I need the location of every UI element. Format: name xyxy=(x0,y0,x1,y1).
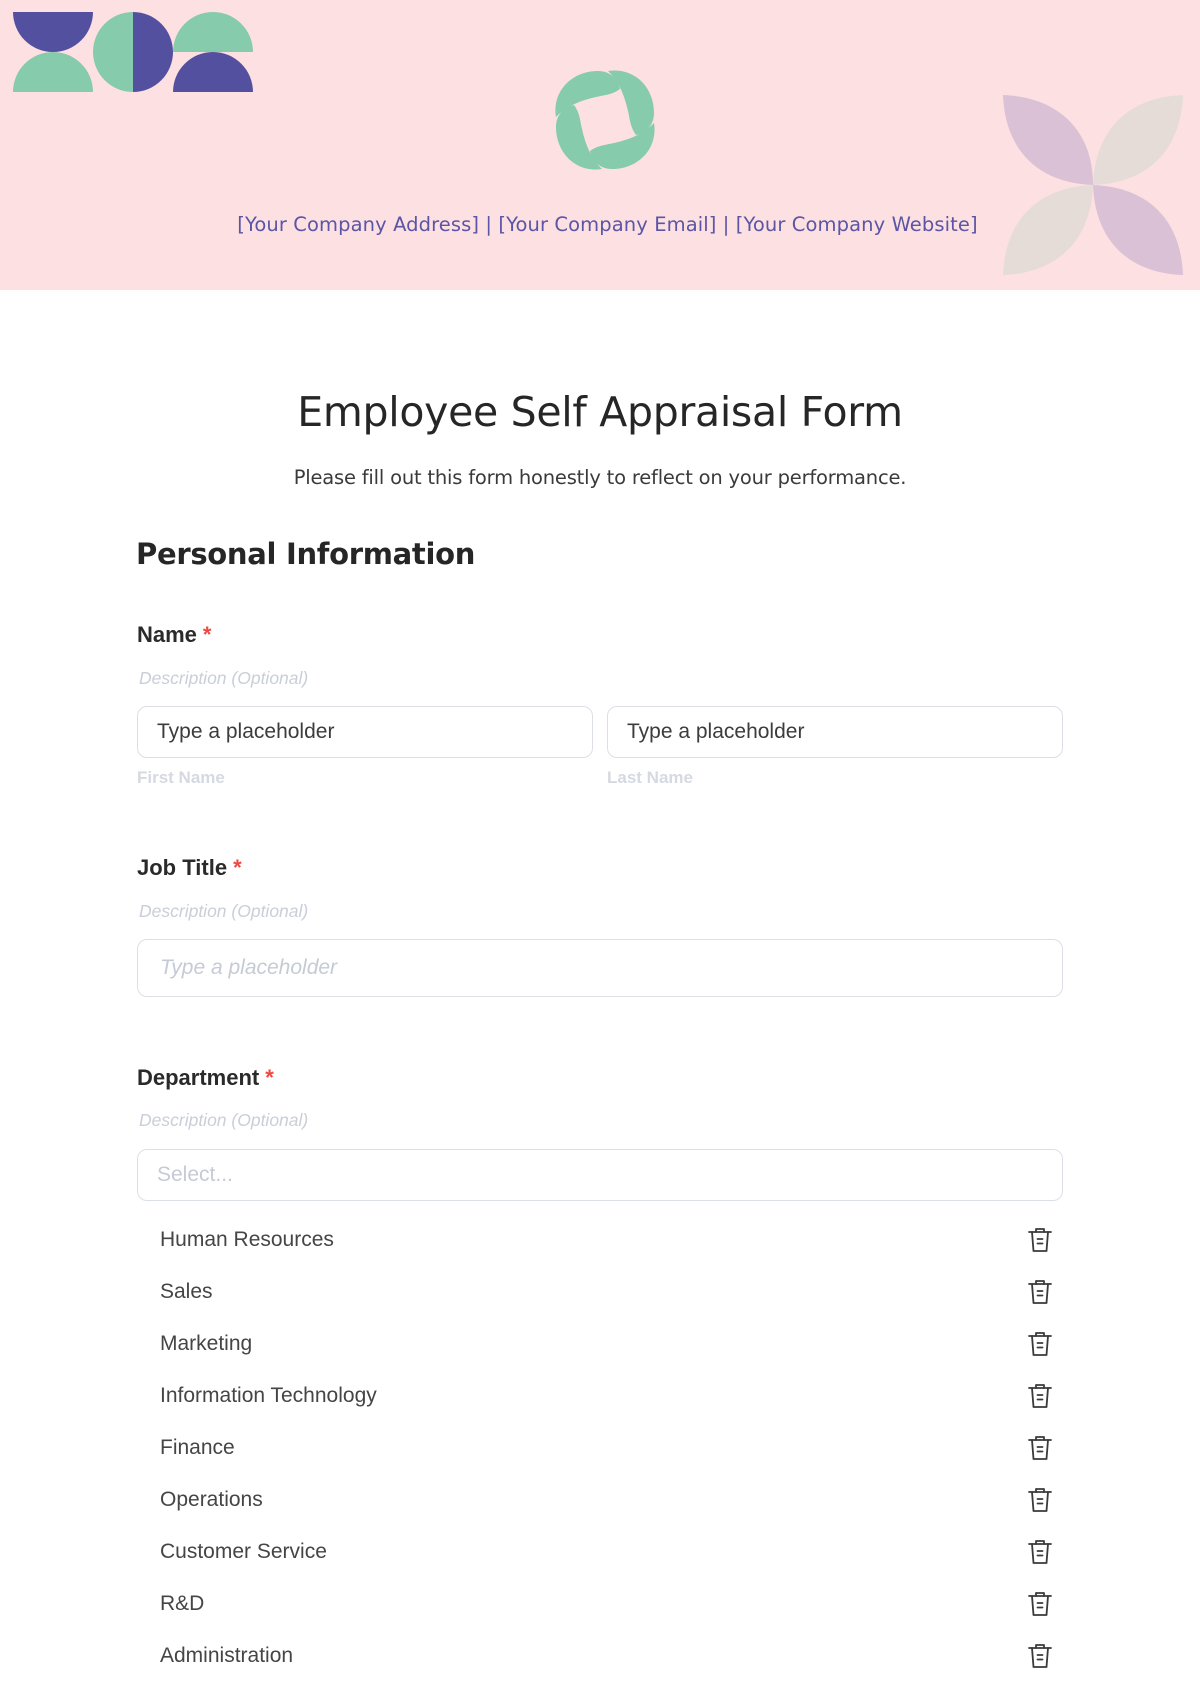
option-label: Sales xyxy=(160,1280,213,1303)
option-label: Human Resources xyxy=(160,1228,334,1251)
trash-icon[interactable] xyxy=(1027,1642,1053,1670)
option-label: R&D xyxy=(160,1592,205,1615)
option-label: Marketing xyxy=(160,1332,253,1355)
option-label: Operations xyxy=(160,1488,263,1511)
department-select-placeholder: Select... xyxy=(157,1163,233,1186)
department-label-text: Department xyxy=(137,1065,260,1090)
option-label: Administration xyxy=(160,1644,294,1667)
company-logo-icon xyxy=(555,70,655,170)
form-title: Employee Self Appraisal Form xyxy=(297,388,903,436)
department-option[interactable]: Information Technology xyxy=(160,1376,1065,1416)
trash-icon[interactable] xyxy=(1027,1382,1053,1410)
department-option[interactable]: Operations xyxy=(160,1480,1065,1520)
required-asterisk: * xyxy=(265,1065,274,1090)
last-name-sublabel: Last Name xyxy=(607,768,693,787)
department-label: Department * xyxy=(137,1065,274,1091)
last-name-input[interactable]: Type a placeholder xyxy=(607,706,1063,758)
job-title-description[interactable]: Description (Optional) xyxy=(139,901,308,922)
department-option[interactable]: R&D xyxy=(160,1584,1065,1624)
trash-icon[interactable] xyxy=(1027,1434,1053,1462)
department-option[interactable]: Administration xyxy=(160,1636,1065,1676)
required-asterisk: * xyxy=(233,855,242,880)
department-option[interactable]: Customer Service xyxy=(160,1532,1065,1572)
first-name-input[interactable]: Type a placeholder xyxy=(137,706,593,758)
first-name-sublabel: First Name xyxy=(137,768,225,787)
job-title-label: Job Title * xyxy=(137,855,242,881)
department-option[interactable]: Marketing xyxy=(160,1324,1065,1364)
required-asterisk: * xyxy=(202,622,212,647)
company-contact-line: [Your Company Address] | [Your Company E… xyxy=(237,213,978,236)
trash-icon[interactable] xyxy=(1027,1486,1053,1514)
department-description[interactable]: Description (Optional) xyxy=(139,1110,308,1131)
department-option[interactable]: Sales xyxy=(160,1272,1065,1312)
header-banner: [Your Company Address] | [Your Company E… xyxy=(0,0,1200,290)
name-label-text: Name xyxy=(137,622,197,647)
job-title-label-text: Job Title xyxy=(137,855,228,880)
trash-icon[interactable] xyxy=(1027,1226,1053,1254)
trash-icon[interactable] xyxy=(1027,1278,1053,1306)
department-option[interactable]: Finance xyxy=(160,1428,1065,1468)
option-label: Finance xyxy=(160,1436,235,1459)
trash-icon[interactable] xyxy=(1027,1330,1053,1358)
job-title-placeholder: Type a placeholder xyxy=(160,956,338,979)
form-subtitle: Please fill out this form honestly to re… xyxy=(293,466,907,489)
name-description[interactable]: Description (Optional) xyxy=(139,668,308,689)
geometric-decoration-icon xyxy=(13,12,253,92)
trash-icon[interactable] xyxy=(1027,1590,1053,1618)
flower-decoration-icon xyxy=(1003,95,1183,275)
trash-icon[interactable] xyxy=(1027,1538,1053,1566)
option-label: Information Technology xyxy=(160,1384,377,1407)
option-label: Customer Service xyxy=(160,1540,327,1563)
last-name-placeholder: Type a placeholder xyxy=(627,720,805,743)
job-title-input[interactable]: Type a placeholder xyxy=(137,939,1063,997)
first-name-placeholder: Type a placeholder xyxy=(157,720,335,743)
department-select[interactable]: Select... xyxy=(137,1149,1063,1201)
department-option[interactable]: Human Resources xyxy=(160,1220,1065,1260)
name-label: Name * xyxy=(137,622,211,648)
section-title-personal-information: Personal Information xyxy=(136,537,476,571)
